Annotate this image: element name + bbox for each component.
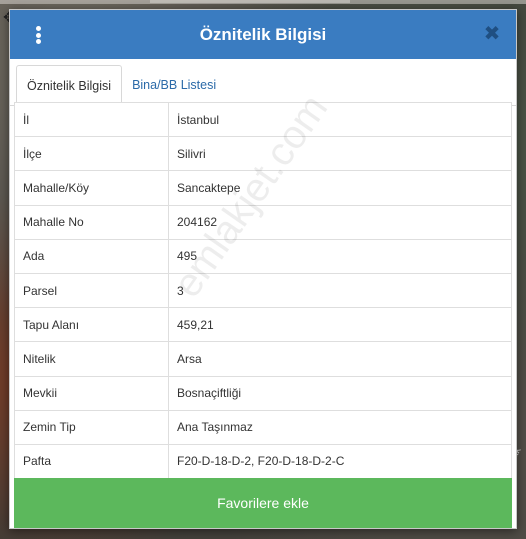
attribute-value: 459,21: [168, 307, 512, 343]
table-row: Nitelik Arsa: [14, 341, 512, 377]
attribute-key: Pafta: [14, 443, 169, 480]
tab-bar: Öznitelik Bilgisi Bina/BB Listesi: [10, 59, 516, 106]
dialog-title: Öznitelik Bilgisi: [199, 24, 327, 44]
attribute-key: Tapu Alanı: [14, 307, 169, 343]
table-row: Tapu Alanı 459,21: [14, 307, 512, 343]
table-row: Ada 495: [14, 238, 512, 274]
attribute-key: Nitelik: [14, 341, 169, 377]
attribute-table: İl İstanbul İlçe Silivri Mahalle/Köy Sancakte…: [14, 101, 512, 480]
tab-building-list[interactable]: Bina/BB Listesi: [122, 64, 226, 105]
kebab-menu-icon[interactable]: [28, 24, 48, 46]
attribute-value: İstanbul: [168, 101, 512, 138]
attribute-table-wrap: İl İstanbul İlçe Silivri Mahalle/Köy Sancakte…: [14, 101, 512, 480]
attribute-key: Mahalle/Köy: [14, 170, 169, 206]
attribute-value: Sancaktepe: [168, 170, 512, 206]
attribute-value: Arsa: [168, 341, 512, 377]
attribute-key: Zemin Tip: [14, 409, 169, 445]
attribute-key: Mahalle No: [14, 204, 169, 240]
attribute-value: F20-D-18-D-2, F20-D-18-D-2-C: [168, 443, 512, 480]
tab-attribute-info[interactable]: Öznitelik Bilgisi: [16, 65, 123, 106]
attribute-key: Parsel: [14, 272, 169, 309]
attribute-value: 495: [168, 238, 512, 274]
attribute-value: 204162: [168, 204, 512, 240]
attribute-key: İl: [14, 101, 169, 138]
attribute-key: İlçe: [14, 136, 169, 172]
attribute-dialog: Öznitelik Bilgisi ✖ Öznitelik Bilgisi Bi…: [9, 9, 517, 529]
table-row: Mevkii Bosnaçiftliği: [14, 375, 512, 411]
table-row: İl İstanbul: [14, 101, 512, 138]
add-favorites-button[interactable]: Favorilere ekle: [14, 478, 512, 528]
table-row: Pafta F20-D-18-D-2, F20-D-18-D-2-C: [14, 443, 512, 480]
table-row: Parsel 3: [14, 272, 512, 309]
attribute-value: 3: [168, 272, 512, 309]
close-icon[interactable]: ✖: [482, 22, 502, 46]
attribute-value: Ana Taşınmaz: [168, 409, 512, 445]
table-row: Mahalle No 204162: [14, 204, 512, 240]
dialog-header: Öznitelik Bilgisi ✖: [10, 10, 516, 59]
attribute-key: Mevkii: [14, 375, 169, 411]
attribute-value: Bosnaçiftliği: [168, 375, 512, 411]
table-row: Zemin Tip Ana Taşınmaz: [14, 409, 512, 445]
attribute-key: Ada: [14, 238, 169, 274]
table-row: İlçe Silivri: [14, 136, 512, 172]
attribute-value: Silivri: [168, 136, 512, 172]
table-row: Mahalle/Köy Sancaktepe: [14, 170, 512, 206]
